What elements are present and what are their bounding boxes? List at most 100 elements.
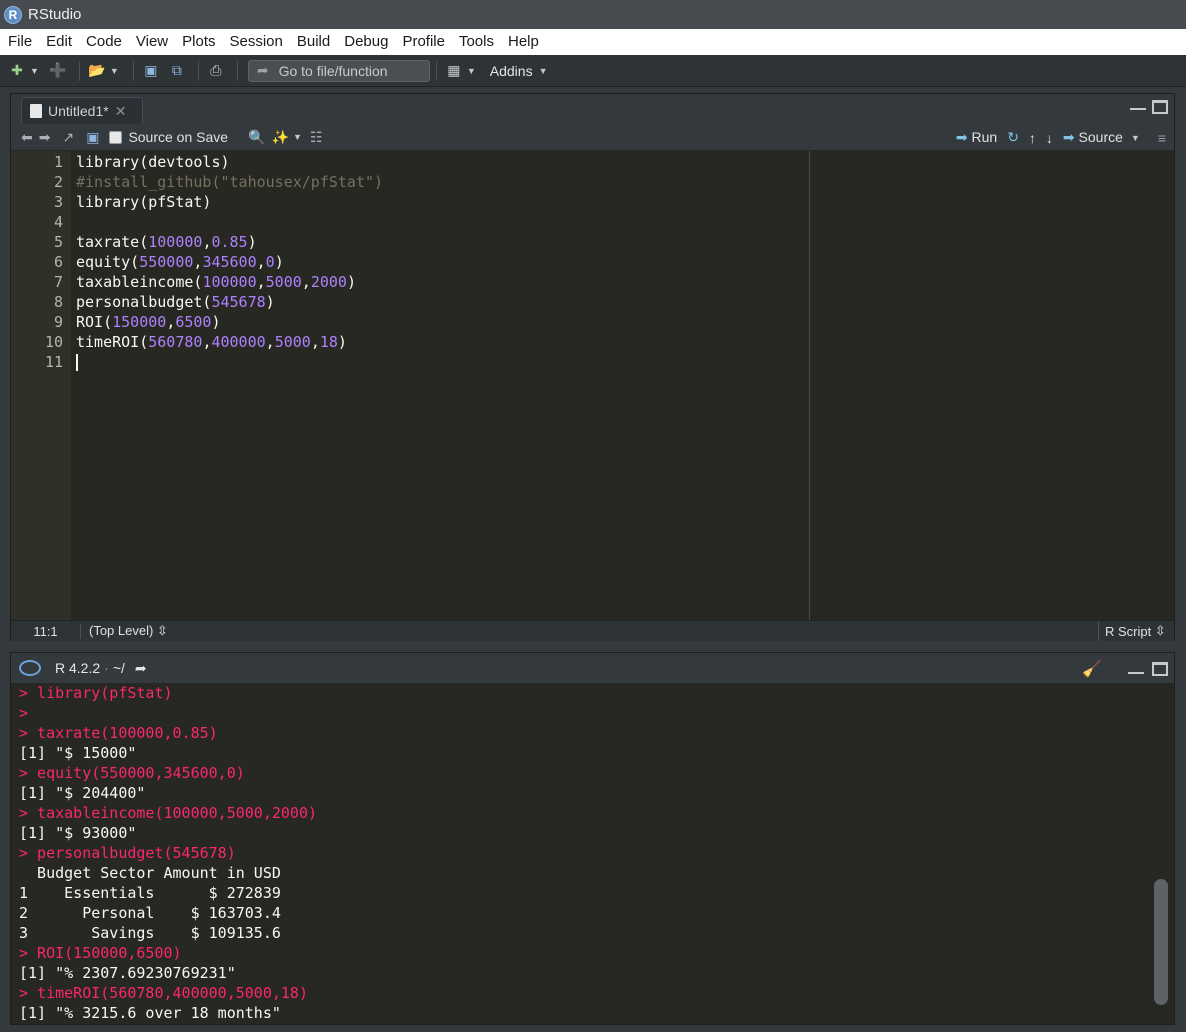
source-on-save-label: Source on Save: [128, 129, 229, 145]
main-toolbar: ✚ ▼ ➕ 📂 ▼ ▣ ⧉ ⎙ ➦ Go to file/function ▦ …: [0, 55, 1186, 87]
source-button[interactable]: ➡ Source: [1063, 129, 1123, 146]
open-folder-icon[interactable]: 📂: [86, 61, 108, 81]
addins-button[interactable]: Addins: [490, 63, 533, 79]
clear-console-broom-icon[interactable]: 🧹: [1082, 659, 1102, 679]
menu-plots[interactable]: Plots: [175, 29, 222, 55]
line-number: 2: [53, 173, 63, 191]
numeric-literal: 6500: [175, 313, 212, 331]
code-line[interactable]: library(devtools): [76, 152, 809, 172]
pane-layout-dropdown-icon[interactable]: ▼: [467, 66, 476, 76]
show-in-window-icon[interactable]: ↗: [62, 129, 74, 146]
working-directory[interactable]: ~/: [113, 660, 125, 676]
console-input-line: > taxableincome(100000,5000,2000): [19, 804, 318, 822]
run-button[interactable]: ➡ Run: [956, 129, 997, 146]
menu-view[interactable]: View: [129, 29, 175, 55]
new-project-icon[interactable]: ➕: [47, 61, 69, 81]
open-folder-dropdown-icon[interactable]: ▼: [110, 66, 119, 76]
source-on-save-checkbox[interactable]: [109, 130, 123, 144]
save-all-icon[interactable]: ⧉: [166, 61, 188, 81]
numeric-literal: 550000: [139, 253, 194, 271]
code-line[interactable]: #install_github("tahousex/pfStat"): [76, 172, 809, 192]
numeric-literal: 5000: [274, 333, 311, 351]
save-icon[interactable]: ▣: [140, 61, 162, 81]
menu-help[interactable]: Help: [501, 29, 546, 55]
editor-save-icon[interactable]: ▣: [86, 129, 99, 146]
toolbar-separator: [435, 60, 437, 81]
numeric-literal: 400000: [211, 333, 266, 351]
menu-file[interactable]: File: [0, 29, 39, 55]
code-token: personalbudget(: [76, 293, 212, 311]
console-output[interactable]: > library(pfStat) > > taxrate(100000,0.85)…: [11, 683, 1151, 1023]
run-label: Run: [971, 129, 998, 145]
go-up-icon[interactable]: ↑: [1029, 130, 1036, 146]
menu-code[interactable]: Code: [79, 29, 129, 55]
go-to-directory-icon[interactable]: ➦: [135, 660, 147, 677]
editor-run-controls: ➡ Run ↻ ↑ ↓ ➡ Source ▼ ≡: [956, 124, 1166, 151]
document-outline-icon[interactable]: ≡: [1158, 130, 1166, 146]
source-icon: ➡: [1062, 129, 1075, 145]
code-token: ): [211, 313, 221, 331]
console-output-line: [1] "% 3215.6 over 18 months": [19, 1004, 281, 1022]
menu-profile[interactable]: Profile: [395, 29, 452, 55]
rerun-icon[interactable]: ↻: [1007, 129, 1019, 146]
code-line[interactable]: library(pfStat): [76, 192, 809, 212]
maximize-pane-icon[interactable]: [1152, 100, 1168, 114]
go-down-icon[interactable]: ↓: [1046, 130, 1053, 146]
pane-layout-icon[interactable]: ▦: [443, 61, 465, 81]
minimize-console-icon[interactable]: [1128, 664, 1144, 674]
menu-debug[interactable]: Debug: [337, 29, 395, 55]
line-number-gutter: 1 2 3 4 5 6 7 8 9 10 11: [11, 151, 71, 620]
code-line[interactable]: equity(550000,345600,0): [76, 252, 809, 272]
close-tab-icon[interactable]: ✕: [115, 103, 127, 120]
file-type-selector[interactable]: R Script ⇳: [1098, 621, 1174, 641]
print-icon[interactable]: ⎙: [205, 61, 227, 81]
minimize-pane-icon[interactable]: [1130, 100, 1146, 110]
goto-file-function-input[interactable]: ➦ Go to file/function: [247, 59, 430, 82]
new-file-dropdown-icon[interactable]: ▼: [30, 66, 39, 76]
code-line[interactable]: taxableincome(100000,5000,2000): [76, 272, 809, 292]
code-line[interactable]: ROI(150000,6500): [76, 312, 809, 332]
console-input-line: > timeROI(560780,400000,5000,18): [19, 984, 308, 1002]
scope-label: (Top Level): [89, 623, 154, 638]
numeric-literal: 150000: [112, 313, 167, 331]
code-token: ): [247, 233, 257, 251]
code-tools-dropdown-icon[interactable]: ▼: [293, 132, 302, 142]
line-number: 10: [44, 333, 63, 351]
console-scrollbar[interactable]: [1154, 683, 1168, 1023]
line-number: 3: [53, 193, 63, 211]
code-token: equity(: [76, 253, 140, 271]
editor-tab-bar: Untitled1* ✕: [11, 94, 1174, 124]
menu-tools[interactable]: Tools: [452, 29, 501, 55]
code-line[interactable]: timeROI(560780,400000,5000,18): [76, 332, 809, 352]
menu-build[interactable]: Build: [290, 29, 337, 55]
new-file-icon[interactable]: ✚: [6, 61, 28, 81]
code-line[interactable]: taxrate(100000,0.85): [76, 232, 809, 252]
addins-dropdown-icon[interactable]: ▼: [539, 66, 548, 76]
console-output-line: [1] "$ 15000": [19, 744, 137, 762]
code-line[interactable]: [76, 212, 809, 232]
back-arrow-icon[interactable]: ⬅: [21, 129, 33, 146]
source-dropdown-icon[interactable]: ▼: [1131, 133, 1140, 143]
forward-arrow-icon[interactable]: ➡: [39, 129, 51, 146]
line-number: 6: [53, 253, 63, 271]
tab-untitled1[interactable]: Untitled1* ✕: [21, 97, 143, 124]
code-line[interactable]: [76, 352, 809, 372]
text-cursor: [76, 354, 78, 371]
compile-report-icon[interactable]: ☷: [310, 129, 323, 146]
code-token: ,: [256, 273, 266, 291]
toolbar-separator: [197, 60, 199, 81]
code-line[interactable]: personalbudget(545678): [76, 292, 809, 312]
console-scrollbar-thumb[interactable]: [1154, 879, 1168, 1005]
code-token: ROI(: [76, 313, 113, 331]
console-header: R 4.2.2 · ~/ ➦ 🧹: [11, 653, 1174, 683]
line-number: 8: [53, 293, 63, 311]
code-tools-wand-icon[interactable]: ✨: [272, 129, 289, 146]
menu-edit[interactable]: Edit: [39, 29, 79, 55]
find-replace-icon[interactable]: 🔍: [248, 129, 265, 146]
menu-bar: File Edit Code View Plots Session Build …: [0, 29, 1186, 55]
code-editor-area[interactable]: library(devtools) #install_github("tahous…: [71, 151, 809, 620]
console-output-line: [1] "% 2307.69230769231": [19, 964, 236, 982]
menu-session[interactable]: Session: [223, 29, 290, 55]
maximize-console-icon[interactable]: [1152, 662, 1168, 676]
scope-selector[interactable]: (Top Level) ⇳: [81, 623, 168, 639]
